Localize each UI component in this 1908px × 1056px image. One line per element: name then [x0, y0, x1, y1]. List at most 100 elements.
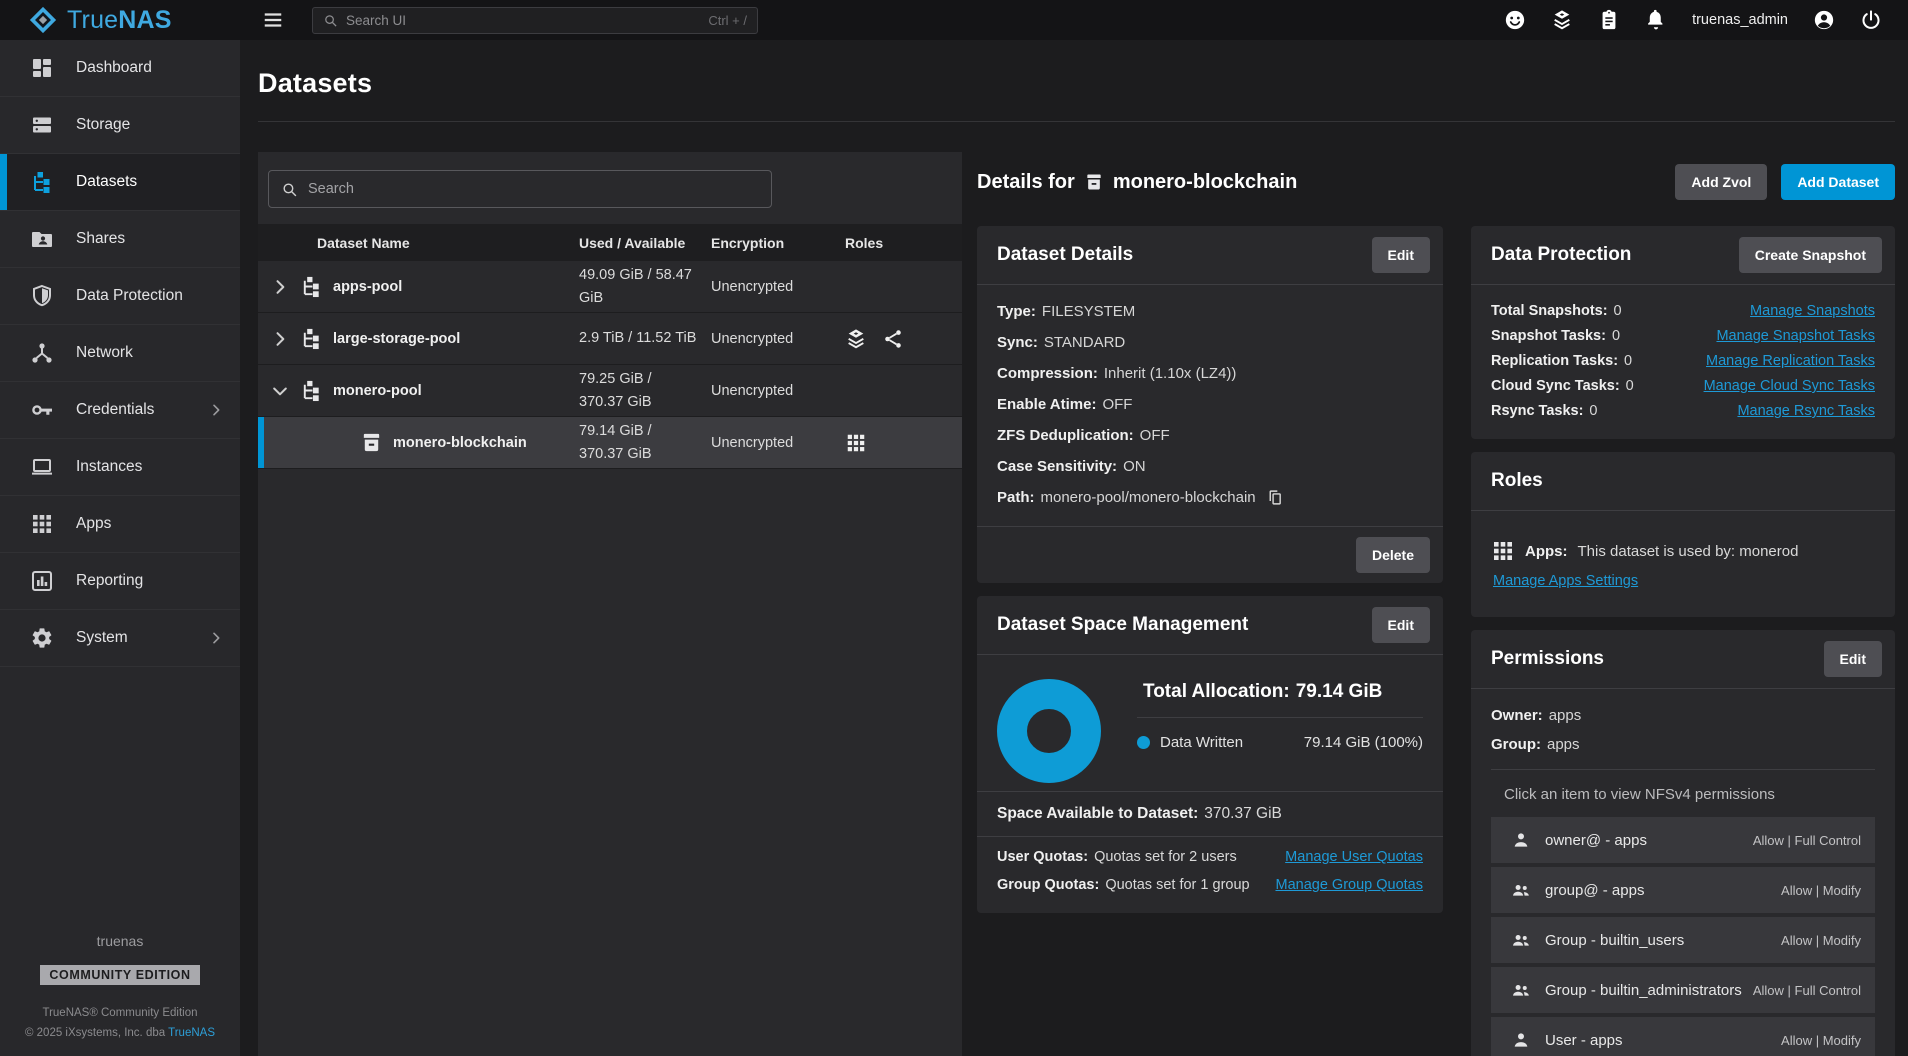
permission-item[interactable]: group@ - apps Allow | Modify	[1491, 867, 1875, 913]
apps-grid-icon	[845, 432, 867, 454]
used-available-value: 49.09 GiB / 58.47 GiB	[579, 264, 711, 309]
sidebar: Dashboard Storage Datasets Shares Data P…	[0, 40, 240, 1056]
search-icon	[323, 13, 338, 28]
permission-item[interactable]: Group - builtin_administrators Allow | F…	[1491, 967, 1875, 1013]
dataset-bucket-icon	[360, 431, 383, 454]
sidebar-item-credentials[interactable]: Credentials	[0, 382, 240, 439]
page-header: Datasets	[258, 40, 1895, 122]
sidebar-item-data-protection[interactable]: Data Protection	[0, 268, 240, 325]
permissions-edit-button[interactable]: Edit	[1824, 641, 1882, 677]
power-icon[interactable]	[1860, 9, 1882, 31]
manage-replication-tasks-link[interactable]: Manage Replication Tasks	[1706, 353, 1875, 369]
sidebar-item-dashboard[interactable]: Dashboard	[0, 40, 240, 97]
details-title: Details for monero-blockchain	[977, 171, 1297, 194]
add-dataset-button[interactable]: Add Dataset	[1781, 164, 1895, 200]
reporting-chart-icon	[30, 569, 54, 593]
manage-rsync-tasks-link[interactable]: Manage Rsync Tasks	[1737, 403, 1875, 419]
tree-row[interactable]: monero-pool 79.25 GiB /370.37 GiB Unencr…	[258, 365, 962, 417]
copy-path-icon[interactable]	[1266, 489, 1283, 506]
menu-hamburger-icon[interactable]	[262, 9, 284, 31]
add-zvol-button[interactable]: Add Zvol	[1675, 164, 1767, 200]
truenas-logo[interactable]: TrueNAS	[0, 5, 240, 35]
space-management-edit-button[interactable]: Edit	[1372, 607, 1430, 643]
manage-apps-settings-link[interactable]: Manage Apps Settings	[1493, 573, 1638, 589]
systems-icon[interactable]	[1551, 9, 1573, 31]
manage-snapshot-tasks-link[interactable]: Manage Snapshot Tasks	[1716, 328, 1875, 344]
truenas-footer-link[interactable]: TrueNAS	[168, 1027, 215, 1039]
create-snapshot-button[interactable]: Create Snapshot	[1739, 237, 1882, 273]
expander-collapsed-icon[interactable]	[270, 277, 290, 297]
sidebar-item-label: Apps	[76, 515, 111, 533]
jobs-clipboard-icon[interactable]	[1598, 9, 1620, 31]
manage-cloud-sync-tasks-link[interactable]: Manage Cloud Sync Tasks	[1704, 378, 1875, 394]
permission-level: Allow | Modify	[1781, 883, 1861, 898]
global-search[interactable]: Ctrl + /	[312, 7, 758, 34]
sidebar-item-storage[interactable]: Storage	[0, 97, 240, 154]
permissions-hint: Click an item to view NFSv4 permissions	[1491, 770, 1875, 817]
tree-row[interactable]: apps-pool 49.09 GiB / 58.47 GiB Unencryp…	[258, 261, 962, 313]
detail-field: Type:FILESYSTEM	[997, 303, 1423, 320]
permission-name: group@ - apps	[1545, 882, 1644, 899]
permission-item[interactable]: Group - builtin_users Allow | Modify	[1491, 917, 1875, 963]
dashboard-icon	[30, 56, 54, 80]
permissions-owner: Owner:apps	[1491, 707, 1875, 724]
sidebar-item-label: Storage	[76, 116, 130, 134]
permission-item[interactable]: owner@ - apps Allow | Full Control	[1491, 817, 1875, 863]
dataset-search[interactable]	[268, 170, 772, 208]
permission-level: Allow | Modify	[1781, 1033, 1861, 1048]
tree-row[interactable]: large-storage-pool 2.9 TiB / 11.52 TiB U…	[258, 313, 962, 365]
roles-card: Roles Apps: This dataset is used by: mon…	[1471, 452, 1895, 617]
sidebar-item-reporting[interactable]: Reporting	[0, 553, 240, 610]
tree-row[interactable]: monero-blockchain 79.14 GiB /370.37 GiB …	[258, 417, 962, 469]
group-icon	[1511, 880, 1531, 900]
details-section: Details for monero-blockchain Add Zvol A…	[977, 152, 1895, 1056]
truenas-logo-icon	[28, 5, 58, 35]
user-avatar-icon[interactable]	[1813, 9, 1835, 31]
dataset-name: monero-pool	[333, 383, 422, 399]
sidebar-item-system[interactable]: System	[0, 610, 240, 667]
legend-label: Data Written	[1160, 734, 1243, 751]
manage-snapshots-link[interactable]: Manage Snapshots	[1750, 303, 1875, 319]
sidebar-item-instances[interactable]: Instances	[0, 439, 240, 496]
sidebar-nav: Dashboard Storage Datasets Shares Data P…	[0, 40, 240, 919]
detail-field: Case Sensitivity:ON	[997, 458, 1423, 475]
expander-collapsed-icon[interactable]	[270, 329, 290, 349]
username-label[interactable]: truenas_admin	[1692, 12, 1788, 28]
sidebar-item-network[interactable]: Network	[0, 325, 240, 382]
expander-expanded-icon[interactable]	[270, 381, 290, 401]
sidebar-item-label: System	[76, 629, 128, 647]
selected-dataset-name: monero-blockchain	[1113, 171, 1297, 194]
dataset-details-edit-button[interactable]: Edit	[1372, 237, 1430, 273]
global-search-input[interactable]	[346, 13, 700, 28]
datasets-tree-icon	[300, 275, 323, 298]
sidebar-item-label: Network	[76, 344, 133, 362]
roles-icons	[845, 328, 962, 350]
sidebar-item-datasets[interactable]: Datasets	[0, 154, 240, 211]
legend-value: 79.14 GiB (100%)	[1304, 734, 1423, 751]
permission-item[interactable]: User - apps Allow | Modify	[1491, 1017, 1875, 1056]
permission-name: User - apps	[1545, 1032, 1623, 1049]
manage-user-quotas-link[interactable]: Manage User Quotas	[1285, 849, 1423, 865]
dataset-search-input[interactable]	[308, 181, 759, 197]
tree-rows: apps-pool 49.09 GiB / 58.47 GiB Unencryp…	[258, 261, 962, 469]
feedback-smiley-icon[interactable]	[1504, 9, 1526, 31]
delete-dataset-button[interactable]: Delete	[1356, 537, 1430, 573]
key-icon	[30, 398, 54, 422]
network-hub-icon	[30, 341, 54, 365]
datasets-tree-icon	[300, 327, 323, 350]
dataset-tree-panel: Dataset Name Used / Available Encryption…	[258, 152, 962, 1056]
shield-icon	[30, 284, 54, 308]
topbar-actions: truenas_admin	[1504, 9, 1908, 31]
sidebar-item-shares[interactable]: Shares	[0, 211, 240, 268]
sidebar-item-apps[interactable]: Apps	[0, 496, 240, 553]
detail-field: Enable Atime:OFF	[997, 396, 1423, 413]
user-quotas-row: User Quotas:Quotas set for 2 users Manag…	[977, 849, 1443, 865]
alerts-bell-icon[interactable]	[1645, 9, 1667, 31]
group-icon	[1511, 930, 1531, 950]
sidebar-item-label: Instances	[76, 458, 142, 476]
group-quotas-row: Group Quotas:Quotas set for 1 group Mana…	[977, 877, 1443, 893]
sidebar-item-label: Reporting	[76, 572, 143, 590]
sidebar-footer: truenas COMMUNITY EDITION TrueNAS® Commu…	[0, 919, 240, 1056]
sidebar-item-label: Dashboard	[76, 59, 152, 77]
manage-group-quotas-link[interactable]: Manage Group Quotas	[1275, 877, 1423, 893]
